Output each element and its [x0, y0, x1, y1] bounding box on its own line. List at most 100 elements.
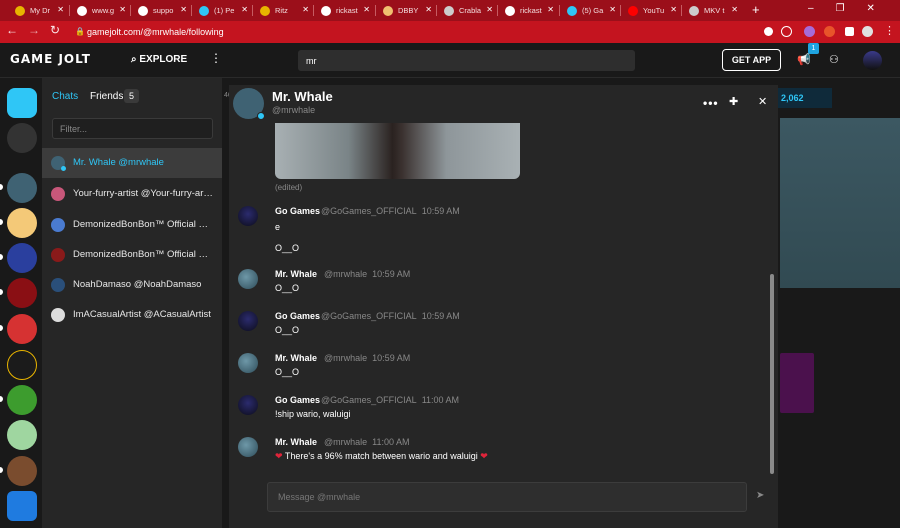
community-avatar[interactable] — [7, 173, 37, 203]
gamejolt-logo[interactable]: GAME JOLT — [10, 52, 91, 66]
add-member-icon[interactable]: ✚ — [729, 95, 738, 108]
friend-item[interactable]: ImACasualArtist @ACasualArtist — [42, 300, 222, 330]
message-input[interactable] — [267, 482, 747, 512]
tab-chats[interactable]: Chats — [52, 91, 78, 102]
community-avatar[interactable] — [7, 278, 37, 308]
tab-close-icon[interactable]: ✕ — [486, 5, 493, 14]
tab-close-icon[interactable]: ✕ — [119, 5, 126, 14]
new-tab-button[interactable]: + — [752, 2, 760, 17]
avatar[interactable] — [238, 269, 258, 289]
unread-indicator — [0, 219, 3, 225]
browser-tab[interactable]: DBBY ✕ — [376, 0, 437, 21]
chat-title[interactable]: Mr. Whale — [272, 89, 333, 104]
avatar[interactable] — [238, 311, 258, 331]
library-icon[interactable] — [7, 123, 37, 153]
maximize-button[interactable]: ❐ — [836, 3, 845, 14]
avatar[interactable] — [238, 437, 258, 457]
message: Go Games @GoGames_OFFICIAL 11:00 AM !shi… — [229, 395, 769, 425]
message-author[interactable]: Go Games — [275, 395, 320, 405]
browser-tab[interactable]: rickast ✕ — [314, 0, 375, 21]
community-avatar[interactable] — [7, 243, 37, 273]
avatar[interactable] — [238, 395, 258, 415]
browser-tab[interactable]: (1) Pe ✕ — [192, 0, 253, 21]
browser-tab[interactable]: rickast ✕ — [498, 0, 559, 21]
message-author[interactable]: Mr. Whale — [275, 353, 317, 363]
tab-close-icon[interactable]: ✕ — [180, 5, 187, 14]
filter-input[interactable] — [52, 118, 213, 139]
get-app-button[interactable]: GET APP — [722, 49, 781, 71]
friend-item[interactable]: DemonizedBonBon™ Official #IndieMaker — [42, 210, 222, 240]
search-input[interactable] — [298, 50, 635, 71]
tab-close-icon[interactable]: ✕ — [670, 5, 677, 14]
puzzle-icon[interactable] — [845, 27, 854, 36]
community-avatar[interactable] — [7, 314, 37, 344]
tab-label: www.g — [92, 6, 115, 15]
community-avatar[interactable] — [7, 456, 37, 486]
more-options-icon[interactable]: ••• — [703, 96, 719, 110]
tab-close-icon[interactable]: ✕ — [547, 5, 554, 14]
minimize-button[interactable]: ‒ — [808, 3, 814, 14]
message-author[interactable]: Go Games — [275, 206, 320, 216]
tab-close-icon[interactable]: ✕ — [302, 5, 309, 14]
extension-icon[interactable] — [824, 26, 835, 37]
tab-close-icon[interactable]: ✕ — [731, 5, 738, 14]
tab-separator — [620, 5, 621, 16]
tab-favicon-icon — [138, 5, 148, 16]
explore-link[interactable]: ⌕ EXPLORE — [131, 54, 187, 65]
chat-toggle-icon[interactable] — [7, 88, 37, 118]
browser-tab[interactable]: (5) Ga ✕ — [560, 0, 621, 21]
reload-button[interactable]: ↻ — [50, 23, 60, 37]
scrollbar[interactable] — [770, 274, 774, 474]
tab-close-icon[interactable]: ✕ — [609, 5, 616, 14]
forward-button[interactable]: → — [28, 23, 40, 37]
community-avatar[interactable] — [7, 208, 37, 238]
community-avatar[interactable] — [7, 385, 37, 415]
profile-avatar[interactable] — [862, 26, 873, 37]
message-author[interactable]: Go Games — [275, 311, 320, 321]
community-avatar[interactable] — [7, 420, 37, 450]
tab-friends[interactable]: Friends — [90, 91, 123, 102]
tab-close-icon[interactable]: ✕ — [363, 5, 370, 14]
browser-tab[interactable]: Crabla ✕ — [437, 0, 498, 21]
browser-tab[interactable]: Ritz ✕ — [253, 0, 314, 21]
friend-requests-icon[interactable]: ⚇ — [829, 53, 839, 66]
megaphone-icon[interactable]: 📢 — [797, 53, 811, 66]
user-avatar[interactable] — [863, 51, 882, 70]
tab-close-icon[interactable]: ✕ — [241, 5, 248, 14]
friend-item-mrwhale[interactable]: Mr. Whale @mrwhale — [42, 148, 222, 178]
address-bar[interactable]: 🔒 gamejolt.com/@mrwhale/following — [72, 23, 762, 41]
browser-tab[interactable]: suppo ✕ — [131, 0, 192, 21]
community-avatar[interactable] — [7, 491, 37, 521]
back-button[interactable]: ← — [6, 23, 18, 37]
browser-tab[interactable]: MKV t ✕ — [682, 0, 743, 21]
browser-tab[interactable]: YouTu ✕ — [621, 0, 682, 21]
send-icon[interactable]: ➤ — [756, 490, 764, 501]
message-text: There's a 96% match between wario and wa… — [284, 451, 478, 461]
avatar[interactable] — [238, 206, 258, 226]
tab-separator — [191, 5, 192, 16]
browser-menu-icon[interactable]: ⋮ — [884, 24, 895, 37]
browser-tab[interactable]: www.g ✕ — [70, 0, 131, 21]
extension-icon[interactable] — [804, 26, 815, 37]
tab-close-icon[interactable]: ✕ — [57, 5, 64, 14]
browser-tab[interactable]: My Dr ✕ — [8, 0, 69, 21]
community-avatar[interactable] — [7, 350, 37, 380]
message-author[interactable]: Mr. Whale — [275, 437, 317, 447]
eye-icon[interactable] — [764, 27, 773, 36]
background-banner — [780, 118, 900, 288]
star-icon[interactable] — [781, 26, 792, 37]
close-window-button[interactable]: ✕ — [867, 3, 875, 14]
message-handle: @mrwhale — [324, 353, 368, 363]
tab-label: rickast — [520, 6, 542, 15]
chat-sidebar: Chats Friends 5 Mr. Whale @mrwhale Your-… — [42, 78, 222, 528]
close-icon[interactable]: ✕ — [758, 95, 767, 108]
tab-separator — [375, 5, 376, 16]
message-author[interactable]: Mr. Whale — [275, 269, 317, 279]
friend-item[interactable]: DemonizedBonBon™ Official #IndieMaker — [42, 240, 222, 270]
friend-item[interactable]: Your-furry-artist @Your-furry-artist — [42, 179, 222, 209]
avatar[interactable] — [238, 353, 258, 373]
tab-close-icon[interactable]: ✕ — [425, 5, 432, 14]
more-icon[interactable]: ⋮ — [210, 51, 222, 65]
friend-item[interactable]: NoahDamaso @NoahDamaso — [42, 270, 222, 300]
message-image[interactable] — [275, 123, 520, 179]
